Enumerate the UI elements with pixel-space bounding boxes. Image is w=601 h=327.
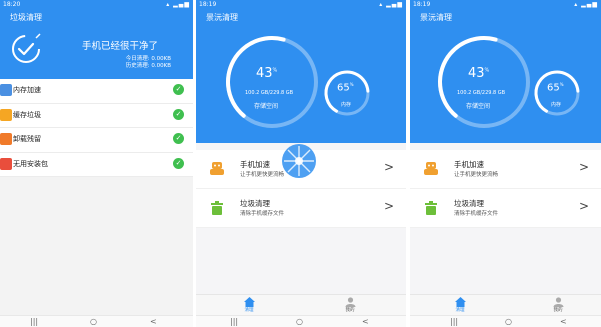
chevron-right-icon: > bbox=[383, 160, 394, 174]
storage-percent: 43% bbox=[468, 66, 490, 81]
page-title: 景沅清理 bbox=[206, 13, 238, 22]
home-icon bbox=[454, 297, 466, 307]
feature-title: 手机加速 bbox=[454, 160, 484, 169]
storage-label: 存储空间 bbox=[466, 103, 491, 110]
check-icon: ✓ bbox=[173, 157, 184, 169]
user-icon bbox=[553, 297, 563, 307]
feature-desc: 清除手机缓存文件 bbox=[454, 211, 499, 217]
item-label: 无用安装包 bbox=[13, 159, 48, 168]
back-button[interactable]: < bbox=[560, 316, 567, 327]
storage-percent: 43% bbox=[256, 66, 278, 81]
item-label: 内存加速 bbox=[13, 86, 41, 94]
loading-spinner-icon bbox=[282, 144, 316, 178]
back-button[interactable]: < bbox=[362, 316, 369, 327]
status-time: 18:19 bbox=[413, 1, 431, 8]
clean-headline: 手机已经很干净了 bbox=[82, 41, 159, 52]
feature-desc: 让手机更快更流畅 bbox=[454, 172, 499, 178]
check-icon: ✓ bbox=[173, 133, 184, 144]
status-bar: 18:19 ▴ ▂▄▆ bbox=[410, 0, 601, 9]
tab-mine[interactable]: 我的 bbox=[335, 297, 365, 313]
feature-junk-clean[interactable]: 垃圾清理 清除手机缓存文件 > bbox=[196, 189, 406, 228]
status-time: 18:19 bbox=[199, 1, 217, 8]
history-cleaned: 历史清理: 0.00KB bbox=[125, 63, 171, 69]
check-icon: ✓ bbox=[173, 84, 184, 95]
feature-title: 手机加速 bbox=[240, 160, 270, 169]
status-bar: 18:20 ▴ ▂▄▆ bbox=[0, 0, 193, 9]
trash-bin-icon bbox=[425, 201, 437, 215]
bottom-tab-bar: 清理 我的 bbox=[196, 294, 406, 317]
uninstall-icon bbox=[0, 133, 12, 145]
broom-clock-icon bbox=[12, 33, 41, 63]
apk-icon bbox=[0, 157, 12, 170]
tab-label: 我的 bbox=[553, 308, 563, 313]
feature-desc: 清除手机缓存文件 bbox=[240, 211, 285, 217]
home-button[interactable]: ○ bbox=[505, 316, 512, 327]
storage-gauge bbox=[226, 36, 318, 128]
recents-button[interactable]: ||| bbox=[230, 316, 238, 327]
storage-gauge bbox=[438, 36, 530, 128]
robot-icon bbox=[210, 162, 224, 175]
recents-button[interactable]: ||| bbox=[30, 316, 38, 327]
screen-home: 18:19 ▴ ▂▄▆ 景沅清理 43% 100.2 GB/229.8 GB 存… bbox=[410, 0, 601, 327]
memory-icon bbox=[0, 84, 12, 96]
page-title: 垃圾清理 bbox=[10, 13, 42, 22]
storage-detail: 100.2 GB/229.8 GB bbox=[457, 90, 506, 96]
memory-percent: 65% bbox=[337, 82, 354, 94]
signal-icon: ▴ ▂▄▆ bbox=[379, 1, 403, 8]
recents-button[interactable]: ||| bbox=[450, 316, 458, 327]
home-icon bbox=[243, 297, 255, 307]
trash-bin-icon bbox=[211, 201, 223, 215]
screen-junk-clean-result: 18:20 ▴ ▂▄▆ 垃圾清理 手机已经很干净了 今日清理: 0.00KB 历… bbox=[0, 0, 193, 327]
list-item[interactable]: 缓存垃圾 ✓ bbox=[0, 104, 193, 128]
back-button[interactable]: < bbox=[150, 316, 157, 327]
feature-title: 垃圾清理 bbox=[454, 199, 484, 208]
storage-detail: 100.2 GB/229.8 GB bbox=[245, 90, 294, 96]
bottom-tab-bar: 清理 我的 bbox=[410, 294, 601, 317]
feature-junk-clean[interactable]: 垃圾清理 清除手机缓存文件 > bbox=[410, 189, 601, 228]
list-item[interactable]: 无用安装包 ✓ bbox=[0, 153, 193, 177]
feature-desc: 让手机更快更流畅 bbox=[240, 172, 285, 178]
home-button[interactable]: ○ bbox=[296, 316, 303, 327]
feature-title: 垃圾清理 bbox=[240, 199, 270, 208]
feature-list: 手机加速 让手机更快更流畅 > 垃圾清理 清除手机缓存文件 > bbox=[410, 150, 601, 228]
item-label: 卸载残留 bbox=[13, 135, 41, 143]
tab-clean[interactable]: 清理 bbox=[234, 297, 264, 313]
user-icon bbox=[345, 297, 355, 307]
check-icon: ✓ bbox=[173, 108, 184, 120]
tab-mine[interactable]: 我的 bbox=[543, 297, 573, 313]
screen-home-scanning: 18:19 ▴ ▂▄▆ 景沅清理 43% 100.2 GB/229.8 GB 存… bbox=[196, 0, 406, 327]
chevron-right-icon: > bbox=[383, 199, 394, 213]
tab-label: 我的 bbox=[345, 308, 355, 313]
memory-percent: 65% bbox=[547, 82, 564, 94]
system-nav-bar: ||| ○ < bbox=[196, 315, 406, 327]
memory-label: 内存 bbox=[341, 102, 352, 108]
page-title: 景沅清理 bbox=[420, 13, 452, 22]
tab-label: 清理 bbox=[455, 308, 465, 313]
system-nav-bar: ||| ○ < bbox=[0, 315, 193, 327]
memory-label: 内存 bbox=[551, 102, 562, 108]
tab-label: 清理 bbox=[244, 308, 254, 313]
robot-icon bbox=[424, 162, 438, 175]
storage-label: 存储空间 bbox=[254, 103, 279, 110]
chevron-right-icon: > bbox=[578, 160, 589, 174]
clean-items-list: 内存加速 ✓ 缓存垃圾 ✓ 卸载残留 ✓ 无用安装包 ✓ bbox=[0, 79, 193, 177]
chevron-right-icon: > bbox=[578, 199, 589, 213]
signal-icon: ▴ ▂▄▆ bbox=[166, 1, 190, 8]
tab-clean[interactable]: 清理 bbox=[445, 297, 475, 313]
home-button[interactable]: ○ bbox=[90, 316, 97, 327]
signal-icon: ▴ ▂▄▆ bbox=[574, 1, 598, 8]
cache-icon bbox=[0, 108, 12, 121]
list-item[interactable]: 内存加速 ✓ bbox=[0, 79, 193, 104]
item-label: 缓存垃圾 bbox=[13, 110, 41, 119]
list-item[interactable]: 卸载残留 ✓ bbox=[0, 128, 193, 153]
status-bar: 18:19 ▴ ▂▄▆ bbox=[196, 0, 406, 9]
system-nav-bar: ||| ○ < bbox=[410, 315, 601, 327]
feature-speedup[interactable]: 手机加速 让手机更快更流畅 > bbox=[410, 150, 601, 189]
status-time: 18:20 bbox=[3, 1, 21, 8]
